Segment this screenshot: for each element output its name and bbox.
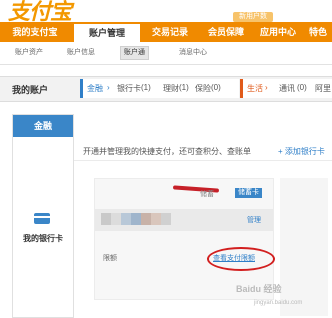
watermark: Baidu 经验 xyxy=(236,284,282,294)
nav-my-alipay[interactable]: 我的支付宝 xyxy=(0,22,70,42)
side-finance-header[interactable]: 金融 xyxy=(13,115,73,137)
wealth-link[interactable]: 理财 xyxy=(163,83,179,94)
subnav-message-center[interactable]: 消息中心 xyxy=(176,47,210,59)
bank-card-count: (1) xyxy=(141,83,151,92)
savings-label: 储蓄 xyxy=(200,191,214,198)
nav-special[interactable]: 特色 xyxy=(304,22,332,42)
side-stripe xyxy=(280,178,328,316)
watermark-url: jingyan.baidu.com xyxy=(254,300,303,306)
card-number-mosaic xyxy=(161,213,171,225)
card-number-mosaic xyxy=(141,213,151,225)
finance-label[interactable]: 金融 xyxy=(87,83,103,94)
life-label[interactable]: 生活 xyxy=(247,83,263,94)
top-bar: 支付宝 新用户数 xyxy=(0,0,332,25)
subnav-account-pass[interactable]: 账户通 xyxy=(120,46,149,60)
card-header: 储蓄 储蓄卡 xyxy=(95,179,273,209)
finance-box: 金融 › 银行卡 (1) 理财 (1) 保险 (0) xyxy=(80,79,239,98)
sub-nav: 账户资产 账户信息 账户通 消息中心 xyxy=(0,42,332,65)
my-bank-card-label[interactable]: 我的银行卡 xyxy=(13,233,73,244)
bank-card-link[interactable]: 银行卡 xyxy=(117,83,141,94)
telecom-link[interactable]: 通讯 xyxy=(279,83,295,94)
card-number-mosaic xyxy=(151,213,161,225)
insurance-link[interactable]: 保险 xyxy=(195,83,211,94)
card-number-mosaic xyxy=(111,213,121,225)
life-box: 生活 › 通讯 (0) 阿里 xyxy=(240,79,332,98)
divider xyxy=(74,160,332,161)
card-number-mosaic xyxy=(101,213,111,225)
nav-app-center[interactable]: 应用中心 xyxy=(254,22,302,42)
account-bar: 我的账户 金融 › 银行卡 (1) 理财 (1) 保险 (0) 生活 › 通讯 … xyxy=(0,76,332,102)
card-number-row: 管理 xyxy=(95,209,273,231)
insurance-count: (0) xyxy=(211,83,221,92)
quick-pay-info: 开通并管理我的快捷支付，还可查积分、查账单 xyxy=(83,147,251,156)
finance-arrow-icon: › xyxy=(107,83,110,92)
side-panel: 金融 我的银行卡 xyxy=(12,114,74,318)
telecom-count: (0) xyxy=(297,83,307,92)
limit-label: 限额 xyxy=(103,255,117,262)
nav-account-management[interactable]: 账户管理 xyxy=(74,22,140,42)
card-number-mosaic xyxy=(131,213,141,225)
savings-card-badge: 储蓄卡 xyxy=(235,188,262,198)
subnav-account-info[interactable]: 账户信息 xyxy=(64,47,98,59)
nav-member-protection[interactable]: 会员保障 xyxy=(200,22,252,42)
main-nav: 我的支付宝 账户管理 交易记录 会员保障 应用中心 特色 xyxy=(0,22,332,42)
bank-card-content: 开通并管理我的快捷支付，还可查积分、查账单 + 添加银行卡 储蓄 储蓄卡 管理 … xyxy=(74,138,332,316)
ali-link[interactable]: 阿里 xyxy=(315,83,331,94)
wealth-count: (1) xyxy=(179,83,189,92)
bank-card-icon xyxy=(34,213,50,224)
manage-link[interactable]: 管理 xyxy=(247,215,261,225)
card-number-mosaic xyxy=(121,213,131,225)
new-user-badge: 新用户数 xyxy=(233,12,273,22)
account-title: 我的账户 xyxy=(12,85,49,95)
add-bank-card-link[interactable]: + 添加银行卡 xyxy=(278,146,325,157)
subnav-assets[interactable]: 账户资产 xyxy=(12,47,46,59)
highlight-circle xyxy=(207,247,275,271)
life-arrow-icon: › xyxy=(265,83,268,92)
nav-transaction-records[interactable]: 交易记录 xyxy=(142,22,198,42)
